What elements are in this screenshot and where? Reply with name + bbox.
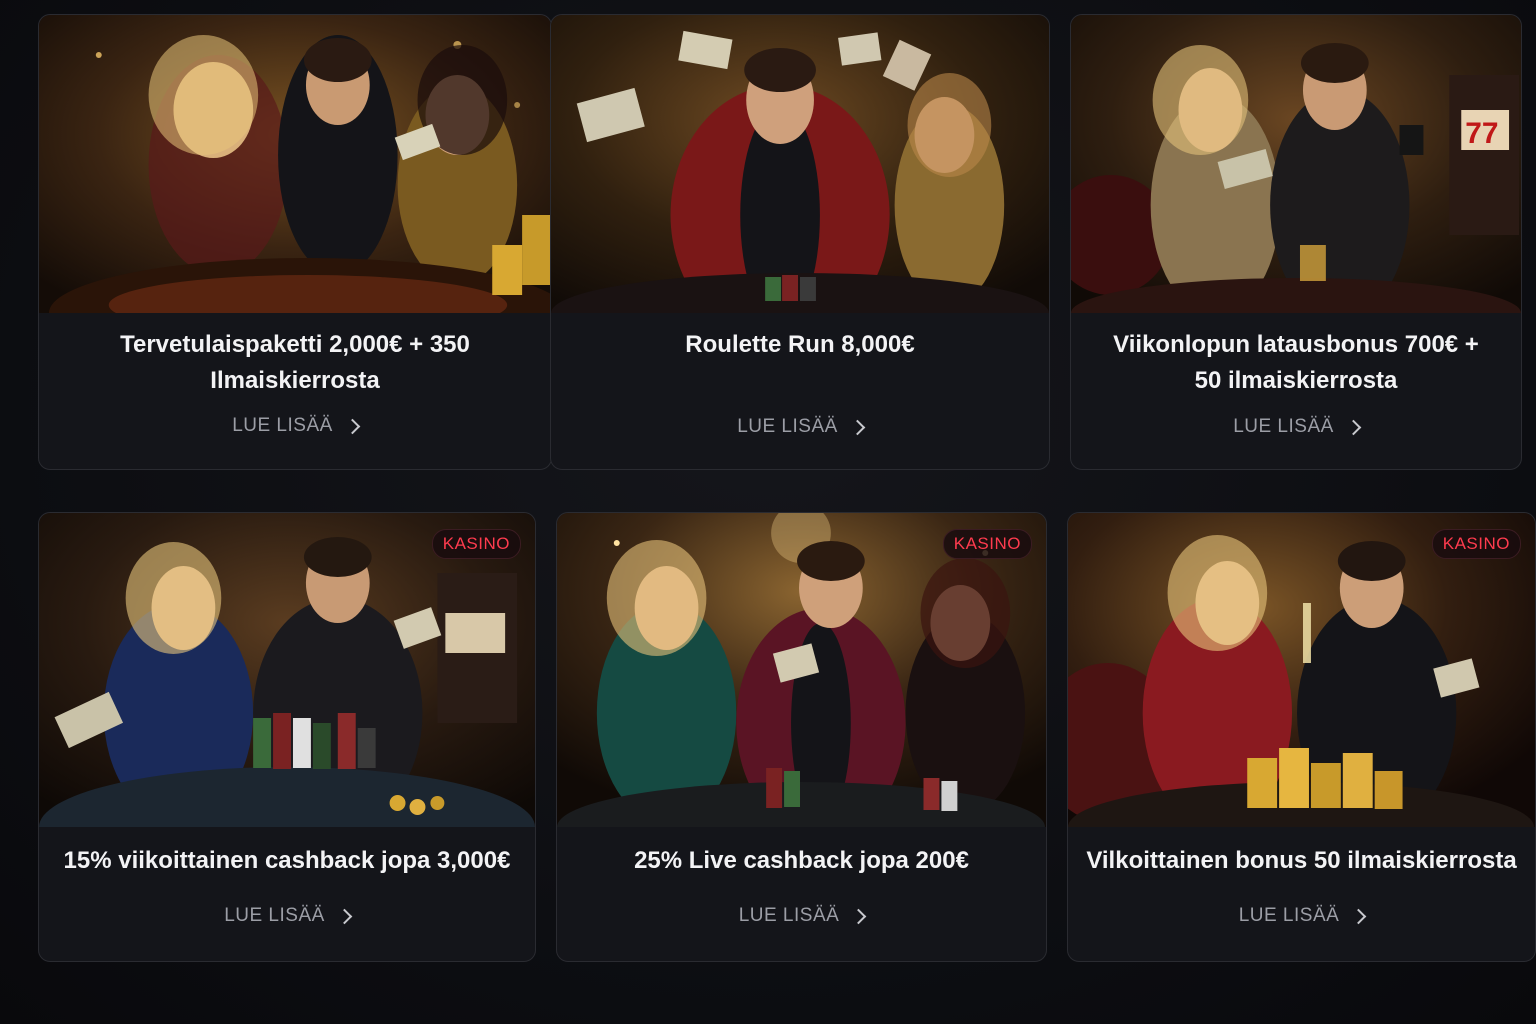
read-more-label: LUE LISÄÄ [224, 905, 325, 926]
category-badge: KASINO [1431, 529, 1521, 559]
read-more-link[interactable]: LUE LISÄÄ [39, 415, 551, 437]
promo-title: 25% Live cashback jopa 200€ [634, 847, 969, 874]
read-more-link[interactable]: LUE LISÄÄ [39, 905, 535, 927]
read-more-label: LUE LISÄÄ [1238, 905, 1340, 926]
read-more-link[interactable]: LUE LISÄÄ [1068, 905, 1535, 927]
promo-card-live-cashback[interactable]: KASINO 25% Live cashback jopa 200€ LUE L… [556, 512, 1047, 962]
read-more-label: LUE LISÄÄ [1233, 416, 1334, 437]
promo-card-weekend-reload[interactable]: 77 Viikonlopun latausbonus 700€ + 50 ilm… [1070, 14, 1522, 470]
promo-title: Viikonlopun latausbonus 700€ + 50 ilmais… [1113, 331, 1479, 394]
promo-card-weekly-free-spins[interactable]: KASINO Vilkoittainen bonus 50 ilmaiskier… [1067, 512, 1536, 962]
promo-image-couple-champagne-gold: KASINO [1068, 513, 1535, 827]
read-more-label: LUE LISÄÄ [232, 415, 333, 436]
promo-title: Tervetulaispaketti 2,000€ + 350 Ilmaiski… [120, 331, 470, 394]
read-more-link[interactable]: LUE LISÄÄ [551, 416, 1049, 438]
promo-title: Vilkoittainen bonus 50 ilmaiskierrosta [1086, 847, 1517, 874]
read-more-link[interactable]: LUE LISÄÄ [1071, 416, 1521, 438]
read-more-link[interactable]: LUE LISÄÄ [557, 905, 1046, 927]
chevron-right-icon [344, 418, 361, 435]
promo-image-couple-slot-machine: 77 [1071, 15, 1521, 313]
promo-card-weekly-cashback[interactable]: KASINO 15% viikoittainen cashback jopa 3… [38, 512, 536, 962]
read-more-label: LUE LISÄÄ [737, 416, 838, 437]
read-more-label: LUE LISÄÄ [738, 905, 840, 926]
chevron-right-icon [1345, 419, 1362, 436]
chevron-right-icon [336, 908, 353, 925]
chevron-right-icon [849, 419, 866, 436]
promo-title: 15% viikoittainen cashback jopa 3,000€ [63, 847, 511, 874]
promo-image-man-red-tuxedo-cards [551, 15, 1049, 313]
category-badge: KASINO [431, 529, 521, 559]
promo-card-welcome-package[interactable]: Tervetulaispaketti 2,000€ + 350 Ilmaiski… [38, 14, 552, 470]
promo-image-roulette-table-trio [39, 15, 551, 313]
promo-card-roulette-run[interactable]: Roulette Run 8,000€ LUE LISÄÄ [550, 14, 1050, 470]
promo-image-couple-poker-chips: KASINO [39, 513, 535, 827]
svg-text:77: 77 [1465, 117, 1498, 150]
promo-title: Roulette Run 8,000€ [685, 331, 915, 358]
category-badge: KASINO [942, 529, 1032, 559]
chevron-right-icon [1351, 908, 1367, 925]
chevron-right-icon [851, 908, 867, 925]
promotions-page: Tervetulaispaketti 2,000€ + 350 Ilmaiski… [0, 0, 1536, 1024]
promo-image-trio-live-table: KASINO [557, 513, 1046, 827]
